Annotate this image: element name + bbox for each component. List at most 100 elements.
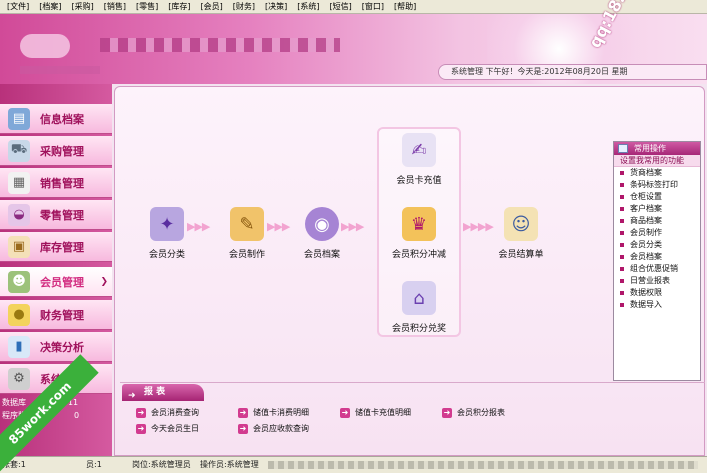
flow-label: 会员制作 [228, 250, 265, 260]
arrow-right-icon: ➜ [128, 391, 136, 401]
common-operations-title: 常用操作 [634, 144, 666, 153]
logo-image [20, 34, 70, 58]
sidebar-item-sales[interactable]: ▦ 销售管理 [0, 168, 112, 198]
report-link-points[interactable]: ➜ 会员积分报表 [442, 407, 505, 418]
report-link-label: 储值卡充值明细 [355, 408, 411, 417]
flow-member-settlement[interactable]: ☺ 会员结算单 [486, 207, 556, 260]
flow-label: 会员档案 [303, 250, 340, 260]
report-link-member-consumption[interactable]: ➜ 会员消费查询 [136, 407, 199, 418]
window-icon [618, 144, 628, 153]
flow-member-category[interactable]: ✦ 会员分类 [132, 207, 202, 260]
category-icon: ✦ [150, 207, 184, 241]
flow-label: 会员分类 [148, 250, 185, 260]
sidebar-item-label: 销售管理 [40, 176, 84, 190]
db-label: 数据库 [2, 398, 26, 407]
menu-sales[interactable]: [销售] [99, 0, 131, 13]
menu-purchase[interactable]: [采购] [67, 0, 99, 13]
common-operations-panel: 常用操作 设置我常用的功能 货商档案 条码标签打印 仓柜设置 客户档案 商品档案… [613, 141, 701, 381]
menu-system[interactable]: [系统] [292, 0, 324, 13]
flow-member-archive[interactable]: ◉ 会员档案 [287, 207, 357, 260]
list-item[interactable]: 客户档案 [614, 203, 700, 215]
list-item[interactable]: 会员分类 [614, 239, 700, 251]
member-archive-icon: ◉ [305, 207, 339, 241]
reports-section: ➜ 报 表 ➜ 会员消费查询 ➜ 储值卡消费明细 ➜ 储值卡充值明细 ➜ 会员积分报表 … [120, 382, 705, 456]
bullet-icon [620, 291, 624, 295]
report-link-card-consumption[interactable]: ➜ 储值卡消费明细 [238, 407, 309, 418]
reports-title: 报 表 [144, 387, 166, 397]
menu-member[interactable]: [会员] [196, 0, 228, 13]
report-link-label: 今天会员生日 [151, 424, 199, 433]
set-common-functions-link[interactable]: 设置我常用的功能 [614, 155, 700, 167]
list-item[interactable]: 数据权限 [614, 287, 700, 299]
flow-member-make[interactable]: ✎ 会员制作 [212, 207, 282, 260]
report-link-card-recharge[interactable]: ➜ 储值卡充值明细 [340, 407, 411, 418]
document-icon: ▦ [8, 171, 30, 194]
flow-points-redeem[interactable]: ⌂ 会员积分兑奖 [384, 281, 454, 334]
arrow-right-icon: ➜ [340, 407, 350, 418]
flow-card-recharge[interactable]: ✍ 会员卡充值 [384, 133, 454, 186]
menu-file[interactable]: [文件] [2, 0, 34, 13]
status-bar: 帐套:1 员:1 岗位:系统管理员 操作员:系统管理 [0, 456, 707, 473]
list-item[interactable]: 货商档案 [614, 167, 700, 179]
menu-archive[interactable]: [档案] [34, 0, 66, 13]
flow-label: 会员积分冲减 [391, 250, 446, 260]
report-link-birthdays[interactable]: ➜ 今天会员生日 [136, 423, 199, 434]
menu-help[interactable]: [帮助] [389, 0, 421, 13]
sidebar-item-label: 财务管理 [40, 308, 84, 322]
reports-tab: ➜ 报 表 [122, 384, 204, 401]
list-item-label: 客户档案 [630, 204, 662, 213]
menu-stock[interactable]: [库存] [163, 0, 195, 13]
sidebar-item-finance[interactable]: ● 财务管理 [0, 300, 112, 330]
bullet-icon [620, 183, 624, 187]
menu-decision[interactable]: [决策] [260, 0, 292, 13]
arrow-right-icon: ➜ [136, 407, 146, 418]
list-item-label: 会员制作 [630, 228, 662, 237]
clipboard-icon: ▣ [8, 235, 30, 258]
list-item[interactable]: 条码标签打印 [614, 179, 700, 191]
status-blur [268, 461, 698, 469]
flow-label: 会员结算单 [498, 250, 544, 260]
recharge-icon: ✍ [402, 133, 436, 167]
list-item[interactable]: 组合优惠促销 [614, 263, 700, 275]
list-item[interactable]: 日营业报表 [614, 275, 700, 287]
report-link-label: 会员消费查询 [151, 408, 199, 417]
sidebar-item-member[interactable]: ☻ 会员管理 ❯ [0, 267, 112, 297]
menu-finance[interactable]: [财务] [228, 0, 260, 13]
sidebar-item-label: 零售管理 [40, 208, 84, 222]
report-link-label: 会员积分报表 [457, 408, 505, 417]
arrow-right-icon: ➜ [136, 423, 146, 434]
list-item[interactable]: 商品档案 [614, 215, 700, 227]
list-item[interactable]: 会员制作 [614, 227, 700, 239]
report-link-receivables[interactable]: ➜ 会员应收款查询 [238, 423, 309, 434]
list-item-label: 数据权限 [630, 288, 662, 297]
settlement-icon: ☺ [504, 207, 538, 241]
sidebar-item-label: 决策分析 [40, 340, 84, 354]
list-item-label: 会员档案 [630, 252, 662, 261]
sidebar-item-stock[interactable]: ▣ 库存管理 [0, 232, 112, 262]
list-item-label: 组合优惠促销 [630, 264, 678, 273]
basket-icon: ◒ [8, 203, 30, 226]
coins-icon: ● [8, 303, 30, 326]
greeting-status: 系统管理 下午好！今天是:2012年08月20日 星期 [438, 64, 707, 80]
arrow-right-icon: ➜ [238, 407, 248, 418]
list-item-label: 商品档案 [630, 216, 662, 225]
menu-retail[interactable]: [零售] [131, 0, 163, 13]
sidebar-item-retail[interactable]: ◒ 零售管理 [0, 200, 112, 230]
status-post: 岗位:系统管理员 [132, 460, 191, 469]
card-tools-icon: ✎ [230, 207, 264, 241]
list-item-label: 数据导入 [630, 300, 662, 309]
flow-label: 会员卡充值 [396, 176, 442, 186]
flow-points-deduct[interactable]: ♛ 会员积分冲减 [384, 207, 454, 260]
list-item[interactable]: 会员档案 [614, 251, 700, 263]
menu-sms[interactable]: [短信] [325, 0, 357, 13]
bullet-icon [620, 255, 624, 259]
app-title-image [100, 38, 340, 52]
list-item[interactable]: 仓柜设置 [614, 191, 700, 203]
list-item[interactable]: 数据导入 [614, 299, 700, 311]
list-item-label: 日营业报表 [630, 276, 670, 285]
sidebar-item-purchase[interactable]: ⛟ 采购管理 [0, 136, 112, 166]
app-subtitle-image [20, 66, 100, 74]
sidebar-item-info-archive[interactable]: ▤ 信息档案 [0, 104, 112, 134]
menu-window[interactable]: [窗口] [357, 0, 389, 13]
sidebar-item-decision[interactable]: ▮ 决策分析 [0, 332, 112, 362]
